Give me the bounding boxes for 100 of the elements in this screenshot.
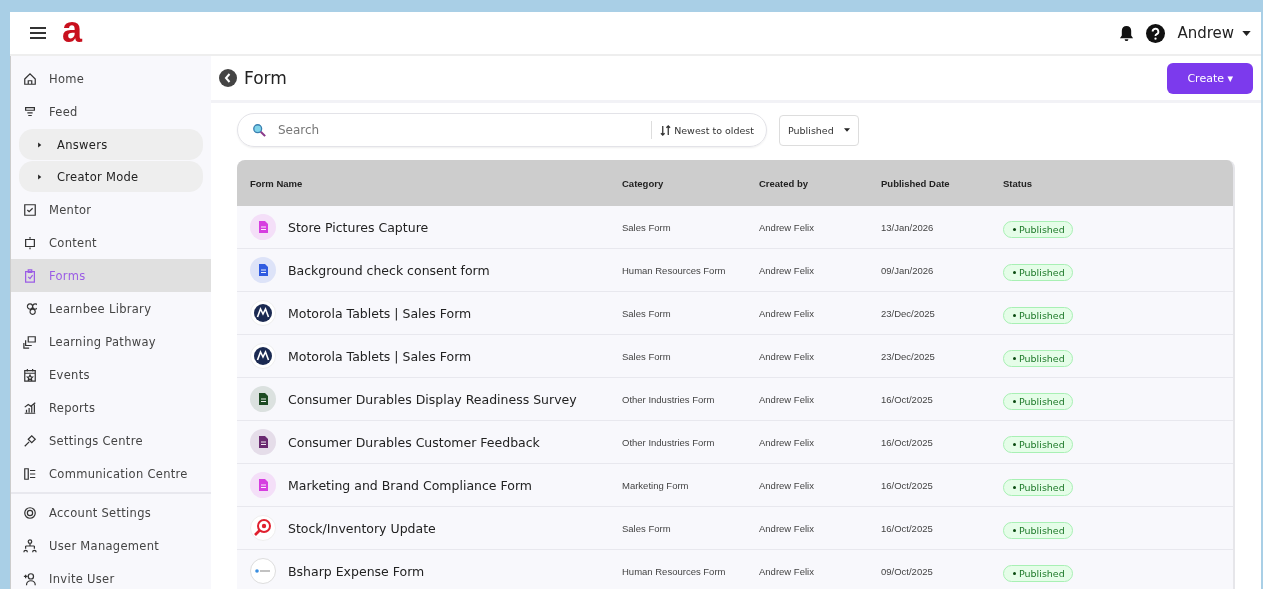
- status-badge: Published: [1003, 479, 1073, 496]
- sidebar-item[interactable]: Events: [11, 358, 211, 391]
- gear-icon: [23, 505, 37, 520]
- back-icon[interactable]: [219, 69, 237, 87]
- table-row[interactable]: Marketing and Brand Compliance Form Marketing Form Andrew Felix 16/Oct/2025 Published: [237, 464, 1233, 507]
- tool-icon: [23, 433, 37, 448]
- document-icon: [250, 429, 276, 455]
- content-icon: [23, 235, 37, 250]
- category-cell-text: Sales Form: [622, 307, 672, 319]
- caret-icon: [843, 128, 850, 132]
- creator-cell-text: Andrew Felix: [759, 221, 815, 233]
- help-icon[interactable]: [1146, 23, 1166, 43]
- pathway-icon: [23, 334, 37, 349]
- column-header: Form Name: [250, 177, 304, 189]
- creator-cell-text: Andrew Felix: [759, 479, 815, 491]
- table-row[interactable]: Consumer Durables Display Readiness Survey Other Industries Form Andrew Felix 16/Oct/2025 Published: [237, 378, 1233, 421]
- creator-cell-text: Andrew Felix: [759, 522, 815, 534]
- date-cell-text: 23/Dec/2025: [881, 307, 936, 319]
- chart-icon: [23, 400, 37, 415]
- table-row[interactable]: Motorola Tablets | Sales Form Sales Form Andrew Felix 23/Dec/2025 Published: [237, 335, 1233, 378]
- sidebar-item[interactable]: Settings Centre: [11, 424, 211, 457]
- sort-button[interactable]: Newest to oldest: [651, 121, 754, 139]
- sidebar-item[interactable]: Reports: [11, 391, 211, 424]
- clipboard-icon: [23, 268, 37, 283]
- form-name[interactable]: Marketing and Brand Compliance Form: [288, 477, 532, 493]
- document-icon: [250, 472, 276, 498]
- column-header: Status: [1003, 177, 1034, 189]
- sidebar-item[interactable]: User Management: [11, 529, 211, 562]
- date-cell-text: 13/Jan/2026: [881, 221, 935, 233]
- sidebar-item[interactable]: Mentor: [11, 193, 211, 226]
- status-badge: Published: [1003, 350, 1073, 367]
- creator-cell-text: Andrew Felix: [759, 350, 815, 362]
- table-row[interactable]: Store Pictures Capture Sales Form Andrew Felix 13/Jan/2026 Published: [237, 206, 1233, 249]
- category-cell-text: Marketing Form: [622, 479, 690, 491]
- date-cell-text: 09/Jan/2026: [881, 264, 935, 276]
- date-cell-text: 16/Oct/2025: [881, 522, 934, 534]
- table-row[interactable]: Motorola Tablets | Sales Form Sales Form Andrew Felix 23/Dec/2025 Published: [237, 292, 1233, 335]
- sidebar-item[interactable]: Home: [11, 62, 211, 95]
- creator-cell-text: Andrew Felix: [759, 436, 815, 448]
- person-icon: [23, 571, 37, 586]
- brand-logo-icon: [250, 343, 276, 369]
- creator-cell-text: Andrew Felix: [759, 393, 815, 405]
- document-icon: [250, 257, 276, 283]
- sidebar-item[interactable]: Communication Centre: [11, 457, 211, 490]
- logo-icon: [250, 558, 276, 584]
- sidebar-item[interactable]: Answers: [19, 129, 203, 160]
- logo[interactable]: a: [62, 12, 83, 48]
- sidebar-item[interactable]: Invite User: [11, 562, 211, 589]
- form-name[interactable]: Motorola Tablets | Sales Form: [288, 348, 472, 364]
- date-cell-text: 16/Oct/2025: [881, 436, 934, 448]
- date-cell-text: 16/Oct/2025: [881, 393, 934, 405]
- table-row[interactable]: Background check consent form Human Resources Form Andrew Felix 09/Jan/2026 Published: [237, 249, 1233, 292]
- sidebar-item[interactable]: Learnbee Library: [11, 292, 211, 325]
- category-cell-text: Other Industries Form: [622, 393, 716, 405]
- creator-cell-text: Andrew Felix: [759, 264, 815, 276]
- document-icon: [250, 214, 276, 240]
- form-name[interactable]: Consumer Durables Customer Feedback: [288, 434, 540, 450]
- column-header: Published Date: [881, 177, 951, 189]
- list-icon: [23, 466, 37, 481]
- status-badge: Published: [1003, 565, 1073, 582]
- table-row[interactable]: Consumer Durables Customer Feedback Other Industries Form Andrew Felix 16/Oct/2025 Published: [237, 421, 1233, 464]
- page-title: Form: [244, 68, 287, 88]
- create-button[interactable]: Create ▾: [1167, 62, 1253, 94]
- column-header: Created by: [759, 177, 810, 189]
- form-name[interactable]: Store Pictures Capture: [288, 219, 429, 235]
- column-header: Category: [622, 177, 665, 189]
- form-name[interactable]: Motorola Tablets | Sales Form: [288, 305, 472, 321]
- sidebar-item[interactable]: Content: [11, 226, 211, 259]
- status-badge: Published: [1003, 436, 1073, 453]
- form-name[interactable]: Bsharp Expense Form: [288, 563, 425, 579]
- document-icon: [250, 386, 276, 412]
- sidebar-item[interactable]: Account Settings: [11, 496, 211, 529]
- date-cell-text: 23/Dec/2025: [881, 350, 936, 362]
- table-row[interactable]: Stock/Inventory Update Sales Form Andrew Felix 16/Oct/2025 Published: [237, 507, 1233, 550]
- category-cell-text: Sales Form: [622, 221, 672, 233]
- sidebar-item[interactable]: Feed: [11, 95, 211, 128]
- form-name[interactable]: Stock/Inventory Update: [288, 520, 436, 536]
- sidebar-item[interactable]: Creator Mode: [19, 161, 203, 192]
- status-badge: Published: [1003, 393, 1073, 410]
- menu-icon[interactable]: [30, 27, 46, 39]
- creator-cell-text: Andrew Felix: [759, 307, 815, 319]
- form-name[interactable]: Background check consent form: [288, 262, 490, 278]
- status-badge: Published: [1003, 264, 1073, 281]
- table-row[interactable]: Bsharp Expense Form Human Resources Form Andrew Felix 09/Oct/2025 Published: [237, 550, 1233, 589]
- status-badge: Published: [1003, 221, 1073, 238]
- status-badge: Published: [1003, 307, 1073, 324]
- caret-icon: [1242, 30, 1251, 36]
- sidebar-item[interactable]: Learning Pathway: [11, 325, 211, 358]
- sort-icon: [660, 124, 672, 136]
- check-icon: [23, 202, 37, 217]
- bell-icon[interactable]: [1119, 24, 1135, 42]
- calendar-icon: [23, 367, 37, 382]
- status-dropdown[interactable]: Published: [779, 114, 859, 146]
- search-icon: [252, 123, 266, 137]
- user-menu[interactable]: Andrew: [1177, 24, 1251, 42]
- home-icon: [23, 71, 37, 86]
- form-name[interactable]: Consumer Durables Display Readiness Survey: [288, 391, 577, 407]
- category-cell-text: Other Industries Form: [622, 436, 716, 448]
- creator-cell-text: Andrew Felix: [759, 565, 815, 577]
- category-cell-text: Sales Form: [622, 350, 672, 362]
